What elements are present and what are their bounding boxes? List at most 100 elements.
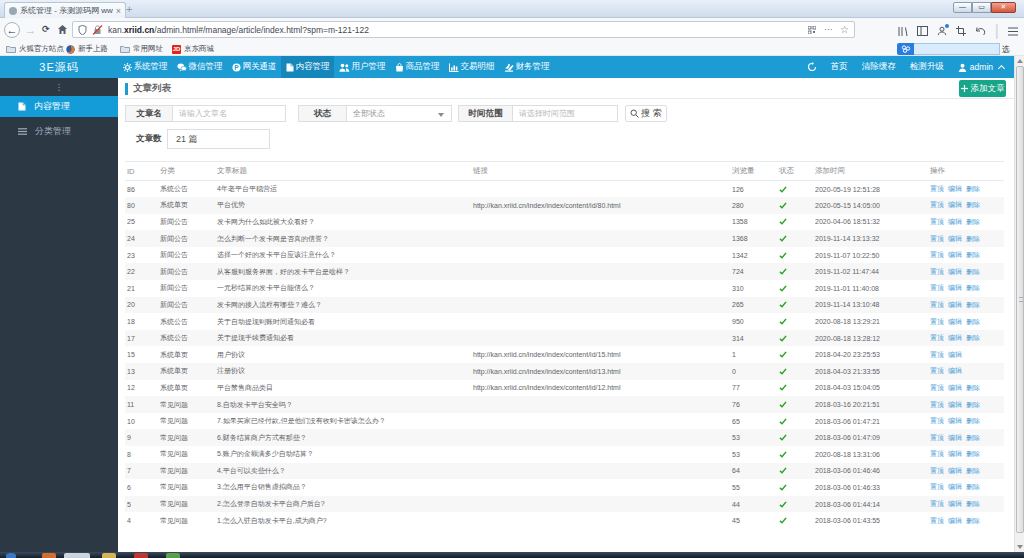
time-range-input[interactable]: 请选择时间范围 — [513, 105, 618, 122]
taskbar-window[interactable] — [64, 553, 90, 558]
close-button[interactable]: ✕ — [991, 2, 1016, 13]
edit-link[interactable]: 编辑 — [948, 184, 962, 194]
url-bar[interactable]: kan.xriid.cn/admin.html#/manage/article/… — [72, 21, 855, 38]
delete-link[interactable]: 删除 — [966, 234, 980, 244]
edit-link[interactable]: 编辑 — [948, 400, 962, 410]
top-link[interactable]: 置顶 — [930, 482, 944, 492]
start-orb[interactable] — [6, 553, 16, 558]
page-scrollbar[interactable] — [1014, 56, 1024, 552]
top-link[interactable]: 置顶 — [930, 416, 944, 426]
top-link[interactable]: 置顶 — [930, 267, 944, 277]
edit-link[interactable]: 编辑 — [948, 466, 962, 476]
back-button[interactable]: ← — [4, 22, 20, 38]
nav-item-6[interactable]: 交易明细 — [444, 56, 499, 78]
top-link[interactable]: 置顶 — [930, 400, 944, 410]
edit-link[interactable]: 编辑 — [948, 200, 962, 210]
edit-link[interactable]: 编辑 — [948, 217, 962, 227]
edit-link[interactable]: 编辑 — [948, 449, 962, 459]
top-link[interactable]: 置顶 — [930, 200, 944, 210]
bookmark-item[interactable]: 火狐官方站点 — [6, 43, 64, 55]
nav-item-0[interactable]: 系统管理 — [118, 56, 172, 78]
minimize-button[interactable]: — — [953, 2, 972, 13]
taskbar-green[interactable] — [166, 553, 180, 558]
delete-link[interactable]: 删除 — [966, 466, 980, 476]
top-link[interactable]: 置顶 — [930, 433, 944, 443]
bookmark-item[interactable]: JD 京东商城 — [172, 43, 214, 55]
home-link[interactable]: 首页 — [824, 61, 855, 73]
delete-link[interactable]: 删除 — [966, 283, 980, 293]
screenshot-icon[interactable] — [956, 26, 966, 36]
extension-box[interactable] — [897, 43, 1000, 55]
delete-link[interactable]: 删除 — [966, 482, 980, 492]
tab-close-icon[interactable]: × — [116, 7, 121, 15]
delete-link[interactable]: 删除 — [966, 300, 980, 310]
delete-link[interactable]: 删除 — [966, 267, 980, 277]
nav-item-1[interactable]: 微信管理 — [172, 56, 227, 78]
qr-icon[interactable] — [808, 26, 816, 34]
add-article-button[interactable]: 添加文章 — [959, 80, 1006, 97]
more-icon[interactable]: ⋯ — [824, 25, 832, 34]
scrollbar-thumb[interactable] — [1016, 66, 1024, 533]
extension-icon[interactable] — [897, 43, 914, 55]
status-select[interactable]: 全部状态 — [347, 105, 452, 122]
nav-item-2[interactable]: P网关通道 — [227, 56, 281, 78]
edit-link[interactable]: 编辑 — [948, 317, 962, 327]
taskbar-red[interactable] — [134, 553, 148, 558]
edit-link[interactable]: 编辑 — [948, 433, 962, 443]
delete-link[interactable]: 删除 — [966, 184, 980, 194]
extension-input[interactable] — [914, 43, 1000, 55]
edit-link[interactable]: 编辑 — [948, 383, 962, 393]
browser-tab[interactable]: 系统管理 - 亲测源码网 www.q × — [4, 2, 126, 18]
brand-logo[interactable]: 3E源码 — [0, 56, 118, 78]
top-link[interactable]: 置顶 — [930, 234, 944, 244]
top-link[interactable]: 置顶 — [930, 333, 944, 343]
home-button[interactable] — [57, 24, 68, 35]
scroll-up-arrow[interactable] — [1015, 56, 1024, 66]
edit-link[interactable]: 编辑 — [948, 499, 962, 509]
delete-link[interactable]: 删除 — [966, 516, 980, 526]
user-menu[interactable]: admin — [951, 62, 1011, 72]
delete-link[interactable]: 删除 — [966, 449, 980, 459]
edit-link[interactable]: 编辑 — [948, 416, 962, 426]
delete-link[interactable]: 删除 — [966, 416, 980, 426]
shield-icon[interactable] — [78, 25, 87, 35]
edit-link[interactable]: 编辑 — [948, 333, 962, 343]
top-link[interactable]: 置顶 — [930, 516, 944, 526]
reload-button[interactable]: ⟳ — [42, 24, 50, 34]
top-link[interactable]: 置顶 — [930, 300, 944, 310]
bookmark-star-icon[interactable]: ☆ — [840, 24, 849, 35]
refresh-icon[interactable] — [800, 62, 824, 72]
delete-link[interactable]: 删除 — [966, 200, 980, 210]
new-tab-button[interactable]: + — [126, 3, 132, 15]
bookmark-item[interactable]: 常用网址 — [120, 43, 163, 55]
delete-link[interactable]: 删除 — [966, 433, 980, 443]
undo-icon[interactable] — [975, 27, 986, 36]
maximize-button[interactable]: ▭ — [972, 2, 991, 13]
nav-item-4[interactable]: 用户管理 — [334, 56, 390, 78]
edit-link[interactable]: 编辑 — [948, 482, 962, 492]
nav-item-5[interactable]: 商品管理 — [390, 56, 444, 78]
nav-item-3[interactable]: 内容管理 — [281, 56, 334, 78]
menu-icon[interactable] — [1008, 27, 1018, 36]
account-icon[interactable] — [937, 26, 947, 36]
delete-link[interactable]: 删除 — [966, 333, 980, 343]
edit-link[interactable]: 编辑 — [948, 267, 962, 277]
nav-item-7[interactable]: 财务管理 — [499, 56, 554, 78]
taskbar-folder[interactable] — [102, 553, 116, 558]
top-link[interactable]: 置顶 — [930, 184, 944, 194]
taskbar-firefox[interactable] — [42, 553, 56, 558]
sidebar-icon[interactable] — [917, 26, 928, 36]
top-link[interactable]: 置顶 — [930, 217, 944, 227]
top-link[interactable]: 置顶 — [930, 499, 944, 509]
top-link[interactable]: 置顶 — [930, 466, 944, 476]
delete-link[interactable]: 删除 — [966, 400, 980, 410]
edit-link[interactable]: 编辑 — [948, 366, 962, 376]
sidebar-toggle[interactable]: ⋮ — [0, 78, 118, 96]
article-name-input[interactable]: 请输入文章名 — [173, 105, 286, 122]
sidebar-item-1[interactable]: 分类管理 — [0, 121, 118, 142]
delete-link[interactable]: 删除 — [966, 250, 980, 260]
edit-link[interactable]: 编辑 — [948, 300, 962, 310]
edit-link[interactable]: 编辑 — [948, 250, 962, 260]
search-button[interactable]: 搜 索 — [625, 105, 667, 122]
edit-link[interactable]: 编辑 — [948, 350, 962, 360]
